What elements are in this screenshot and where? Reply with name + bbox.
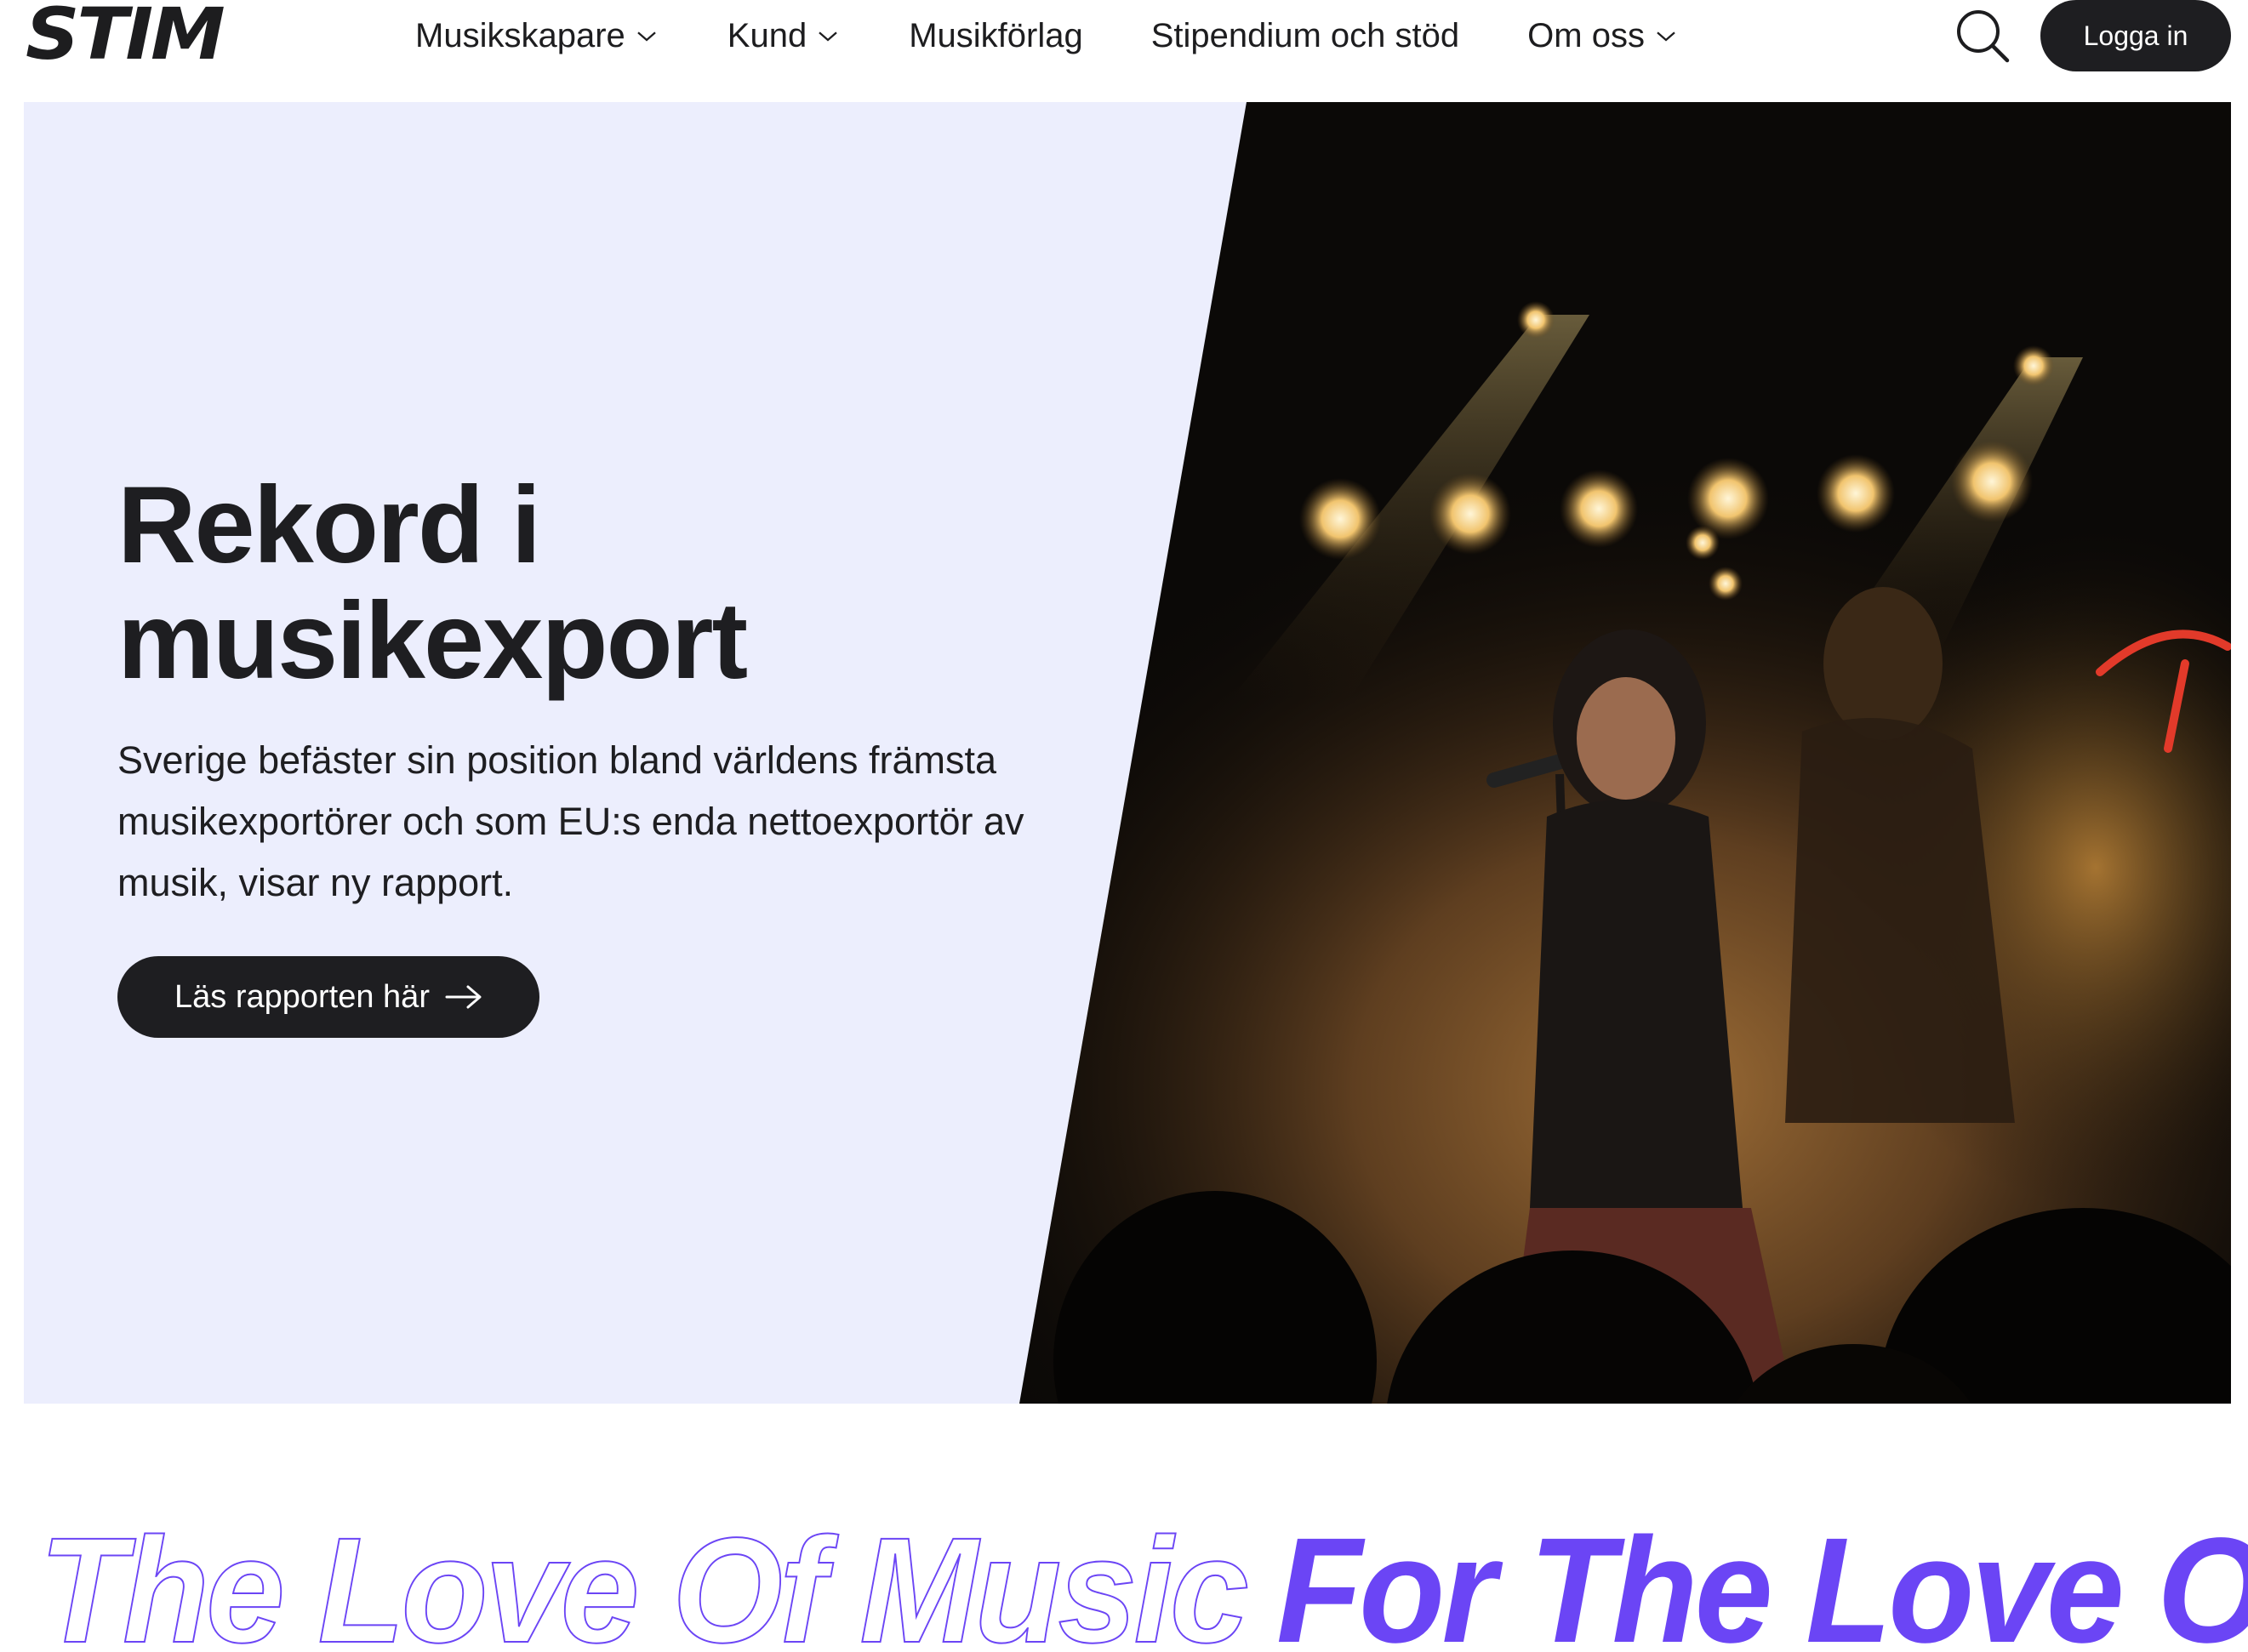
chevron-down-icon [1653, 23, 1679, 48]
nav-item-stipendium[interactable]: Stipendium och stöd [1151, 17, 1459, 55]
nav-item-label: Om oss [1527, 16, 1645, 54]
nav-item-label: Kund [727, 16, 807, 54]
marquee-outline-text: The Love Of Music [39, 1514, 1247, 1652]
arrow-right-icon [445, 984, 482, 1010]
nav-item-label: Stipendium och stöd [1150, 16, 1460, 54]
stim-logo[interactable]: STIM [26, 0, 225, 70]
hero-banner: Rekord i musikexport Sverige befäster si… [24, 102, 2231, 1404]
hero-description: Sverige befäster sin position bland värl… [117, 738, 1024, 904]
nav-item-label: Musikskapare [415, 16, 625, 54]
marquee-filled-text: For The Love O [1276, 1514, 2248, 1652]
chevron-down-icon [634, 23, 659, 48]
nav-item-kund[interactable]: Kund [727, 17, 841, 55]
hero-title: Rekord i musikexport [117, 464, 748, 702]
site-header: STIM Musikskapare Kund Musikförlag Stipe… [0, 0, 2248, 102]
chevron-down-icon [815, 23, 841, 48]
read-report-button[interactable]: Läs rapporten här [117, 956, 539, 1038]
nav-item-om-oss[interactable]: Om oss [1527, 17, 1679, 55]
love-of-music-marquee: The Love Of Music For The Love O [0, 1514, 2248, 1652]
main-nav: Musikskapare Kund Musikförlag Stipendium… [415, 0, 1747, 71]
nav-item-musikskapare[interactable]: Musikskapare [415, 17, 659, 55]
search-icon[interactable] [1954, 7, 2011, 65]
nav-item-musikforlag[interactable]: Musikförlag [909, 17, 1083, 55]
read-report-label: Läs rapporten här [174, 978, 430, 1015]
nav-item-label: Musikförlag [909, 16, 1083, 54]
login-button[interactable]: Logga in [2040, 0, 2231, 71]
